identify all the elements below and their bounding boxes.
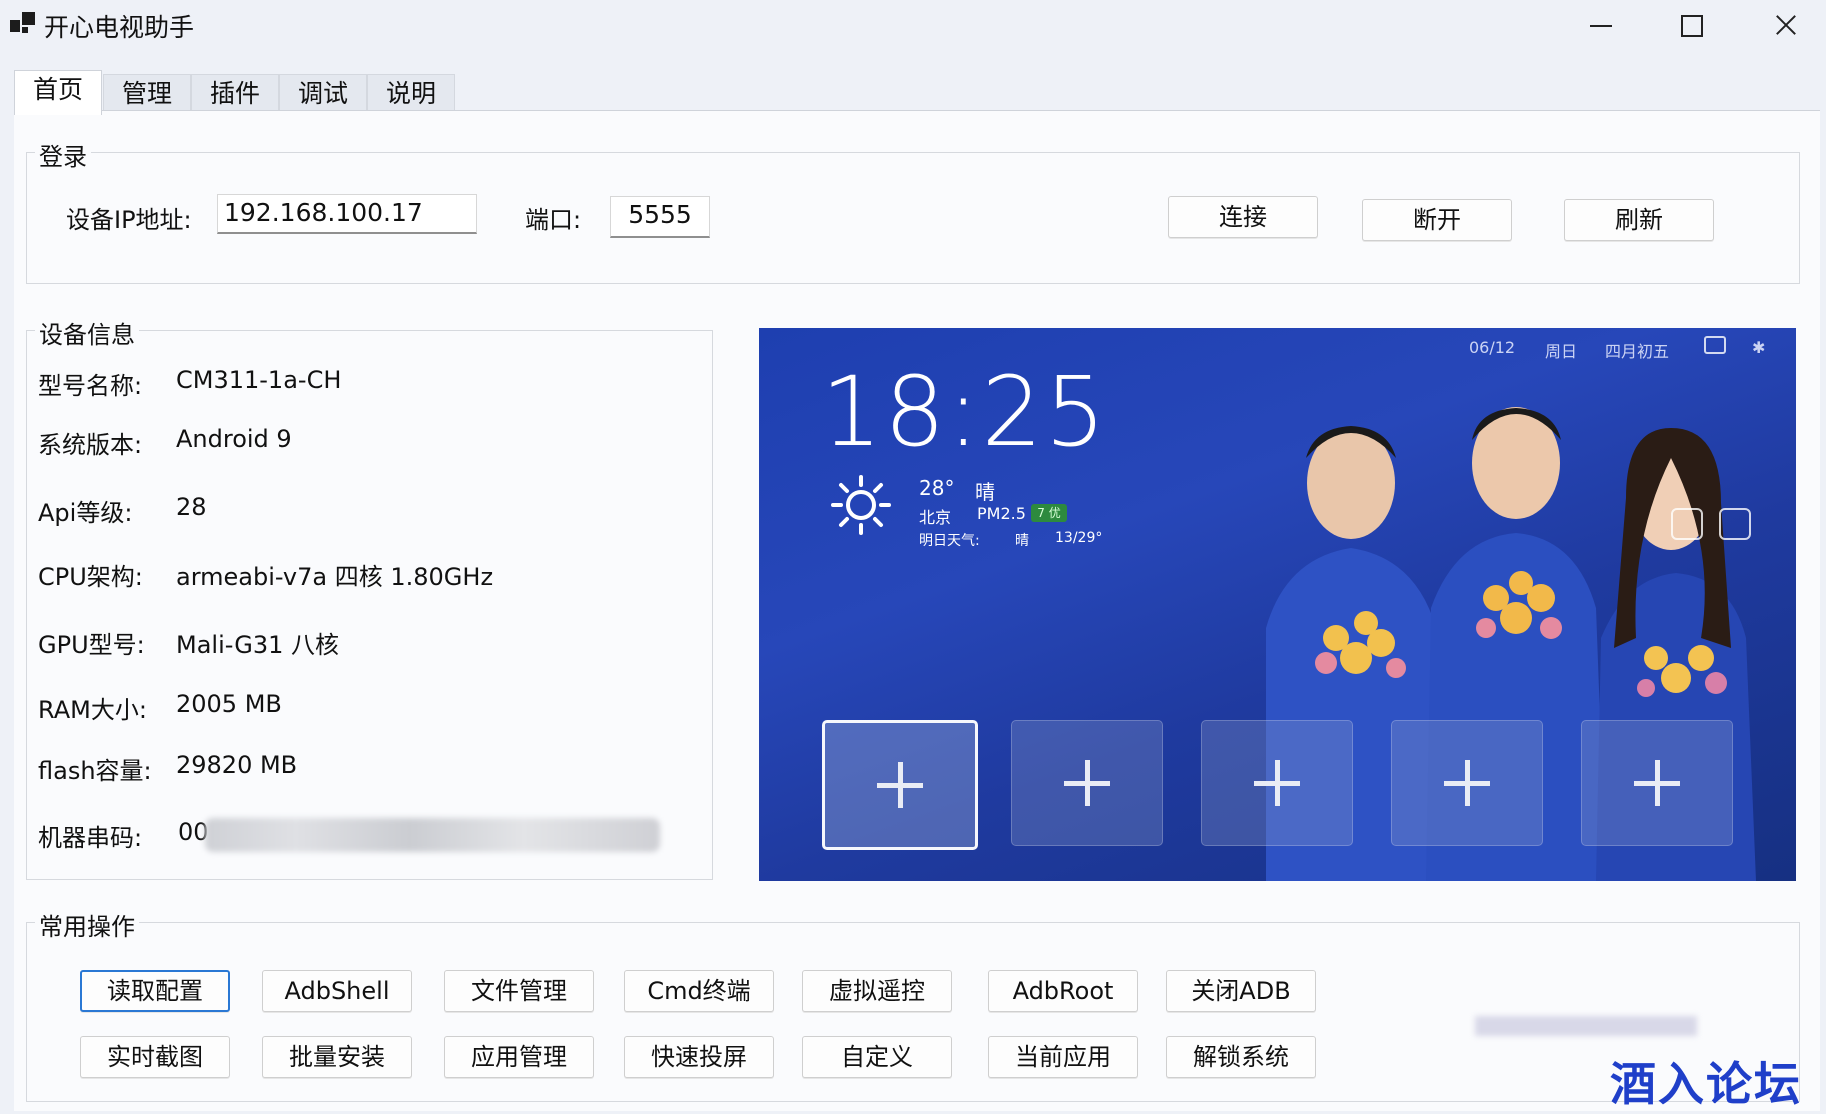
tv-city: 北京 [919,508,952,527]
read-config-button[interactable]: 读取配置 [80,970,230,1012]
tv-play-icon [1671,508,1703,540]
virtual-remote-button[interactable]: 虚拟遥控 [802,970,952,1012]
model-label: 型号名称: [38,372,143,400]
tv-lunar: 四月初五 [1605,342,1670,361]
window-title: 开心电视助手 [44,13,195,42]
tab-home[interactable]: 首页 [14,70,102,115]
gpu-label: GPU型号: [38,631,145,659]
tv-aqi-badge: 7 优 [1031,504,1067,522]
adbshell-button[interactable]: AdbShell [262,970,412,1012]
custom-button[interactable]: 自定义 [802,1036,952,1078]
tv-clock: 18:25 [821,356,1108,468]
tab-plugins[interactable]: 插件 [191,74,279,113]
ip-input[interactable]: 192.168.100.17 [217,194,477,234]
tv-refresh-icon [1719,508,1751,540]
ip-label: 设备IP地址: [66,206,192,234]
minimize-button[interactable] [1570,6,1630,44]
port-input[interactable]: 5555 [610,196,710,238]
os-version-label: 系统版本: [38,431,143,459]
flash-value: 29820 MB [176,751,298,779]
tv-pm-label: PM2.5 [977,504,1026,523]
title-bar: 开心电视助手 [0,0,1826,50]
model-value: CM311-1a-CH [176,366,342,394]
current-app-button[interactable]: 当前应用 [988,1036,1138,1078]
connect-button[interactable]: 连接 [1168,196,1318,238]
tab-help[interactable]: 说明 [367,74,455,113]
operations-group-title: 常用操作 [35,907,139,942]
tv-add-tile-1[interactable] [822,720,978,850]
flash-label: flash容量: [38,757,152,785]
os-version-value: Android 9 [176,425,292,453]
close-adb-button[interactable]: 关闭ADB [1166,970,1316,1012]
sun-icon [831,475,891,535]
gpu-value: Mali-G31 八核 [176,631,340,659]
serial-label: 机器串码: [38,824,143,852]
redacted-area [1475,1016,1697,1036]
tv-temp: 28° [919,476,955,500]
tv-date: 06/12 [1469,338,1516,357]
batch-install-button[interactable]: 批量安装 [262,1036,412,1078]
tab-debug[interactable]: 调试 [279,74,367,113]
close-button[interactable] [1755,6,1815,44]
tv-add-tile-2[interactable] [1011,720,1163,846]
tv-tomorrow-label: 明日天气: [919,533,980,549]
api-level-value: 28 [176,493,207,521]
file-manager-button[interactable]: 文件管理 [444,970,594,1012]
tv-weekday: 周日 [1545,342,1578,361]
cmd-terminal-button[interactable]: Cmd终端 [624,970,774,1012]
adbroot-button[interactable]: AdbRoot [988,970,1138,1012]
cpu-label: CPU架构: [38,563,143,591]
tv-weather: 晴 [975,480,995,504]
ram-label: RAM大小: [38,696,147,724]
device-info-group: 设备信息 [26,315,713,880]
port-label: 端口: [525,206,582,234]
serial-redaction [205,818,660,852]
tv-window-icon [1704,336,1726,354]
cpu-value: armeabi-v7a 四核 1.80GHz [176,563,494,591]
tv-add-tile-5[interactable] [1581,720,1733,846]
refresh-button[interactable]: 刷新 [1564,199,1714,241]
tv-tomorrow-weather: 晴 [1015,533,1029,549]
api-level-label: Api等级: [38,499,133,527]
watermark: 酒入论坛 [1610,1057,1802,1111]
screenshot-button[interactable]: 实时截图 [80,1036,230,1078]
tv-add-tile-3[interactable] [1201,720,1353,846]
ram-value: 2005 MB [176,690,282,718]
serial-value: 00 [178,818,209,846]
tv-screen-preview[interactable]: 06/12 周日 四月初五 ✱ 18:25 28° 晴 北京 PM2.5 7 优… [759,328,1796,881]
disconnect-button[interactable]: 断开 [1362,199,1512,241]
login-group-title: 登录 [35,137,91,172]
unlock-system-button[interactable]: 解锁系统 [1166,1036,1316,1078]
device-info-group-title: 设备信息 [35,315,139,350]
app-icon [10,12,36,34]
maximize-button[interactable] [1660,6,1720,44]
screen-cast-button[interactable]: 快速投屏 [624,1036,774,1078]
bluetooth-icon: ✱ [1752,338,1766,357]
tv-tomorrow-range: 13/29° [1055,530,1103,546]
app-manager-button[interactable]: 应用管理 [444,1036,594,1078]
tv-add-tile-4[interactable] [1391,720,1543,846]
tab-manage[interactable]: 管理 [103,74,191,113]
